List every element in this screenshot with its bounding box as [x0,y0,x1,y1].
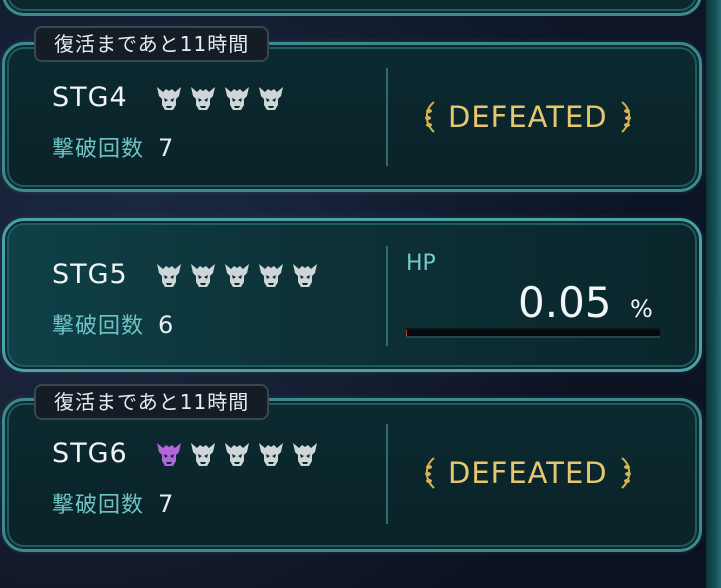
demon-skull-icon [157,87,181,110]
demon-skull-icon [225,264,249,287]
laurel-right-icon [620,101,631,133]
right-edge-panel [706,0,721,588]
laurel-left-icon [425,457,435,489]
demon-skull-icon [293,443,317,466]
hp-value: 0.05 [518,278,612,327]
card-divider [386,246,388,346]
stage-name: STG5 [52,259,128,290]
kill-count-label: 撃破回数 [52,493,145,518]
demon-skull-icon [225,443,249,466]
laurel-left-icon [425,101,435,133]
kill-count-label: 撃破回数 [52,137,145,162]
demon-skull-icon [191,264,215,287]
hp-bar [406,328,660,338]
kill-count: 撃破回数 7 [52,487,173,519]
defeated-status: DEFEATED [420,455,636,491]
demon-skull-icon [191,87,215,110]
kill-count: 撃破回数 6 [52,308,173,340]
demon-skull-icon [157,264,181,287]
difficulty-icons [154,260,320,290]
kill-count-label: 撃破回数 [52,314,145,339]
kill-count-value: 7 [158,490,174,518]
demon-skull-icon-purple [157,443,181,466]
hp-percent-sign: % [630,295,653,323]
hp-label: HP [406,251,436,276]
card-divider [386,68,388,166]
kill-count-value: 6 [158,311,174,339]
revive-timer-tag: 復活まであと11時間 [34,384,270,420]
difficulty-icons [154,83,286,113]
revive-timer-tag: 復活まであと11時間 [34,26,270,62]
demon-skull-icon [259,87,283,110]
stage-list-screen: 復活まであと11時間 STG4 撃破回数 7 DEFEATED STG5 撃破回数… [0,0,721,588]
demon-skull-icon [191,443,215,466]
defeated-status: DEFEATED [420,99,636,135]
demon-skull-icon [293,264,317,287]
kill-count: 撃破回数 7 [52,131,173,163]
kill-count-value: 7 [158,134,174,162]
demon-skull-icon [259,443,283,466]
demon-skull-icon [225,87,249,110]
defeated-label: DEFEATED [448,100,608,134]
stage-name: STG4 [52,82,128,113]
demon-skull-icon [259,264,283,287]
stage-name: STG6 [52,438,128,469]
card-divider [386,424,388,524]
difficulty-icons [154,439,320,469]
previous-stage-card[interactable] [2,0,702,16]
defeated-label: DEFEATED [448,456,608,490]
laurel-right-icon [620,457,631,489]
